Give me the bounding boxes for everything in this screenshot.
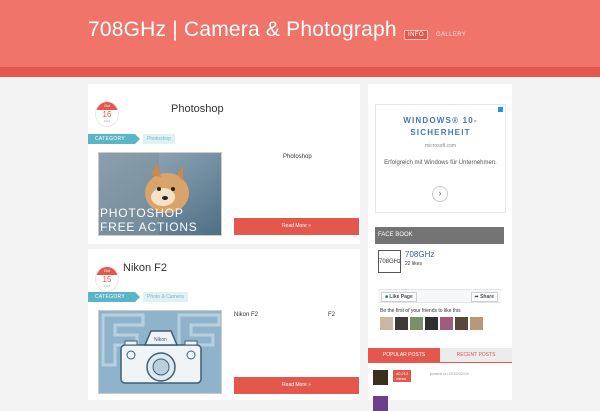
friends-like-text: Be the first of your friends to like thi…	[380, 308, 461, 314]
avatar[interactable]	[425, 317, 438, 330]
date-month: Oct	[96, 267, 118, 275]
date-year: 2016	[103, 119, 111, 123]
tab-recent-posts[interactable]: RECENT POSTS	[440, 348, 512, 362]
date-day: 15	[102, 275, 112, 284]
avatar[interactable]	[455, 317, 468, 330]
post-title[interactable]: Nikon F2	[123, 262, 167, 274]
thumbnail-caption-line: FREE ACTIONS	[100, 220, 198, 234]
post-card: Oct 16 2016 Photoshop CATEGORY Photoshop	[88, 84, 360, 244]
header-band	[0, 67, 600, 77]
facebook-widget-title: FACE BOOK	[375, 227, 504, 244]
category-link[interactable]: Photo & Camera	[143, 292, 188, 302]
date-badge: Oct 15 2016	[95, 266, 119, 292]
popular-post-thumbnail[interactable]	[373, 370, 388, 385]
post-date: posted on 2016/02/09	[430, 371, 469, 376]
view-count-badge: 40,213 views	[393, 370, 412, 382]
share-button[interactable]: ➦ Share	[470, 292, 498, 302]
avatar[interactable]	[440, 317, 453, 330]
tab-popular-posts[interactable]: POPULAR POSTS	[368, 348, 440, 362]
ad-description: Erfolgreich mit Windows für Unternehmen.	[384, 160, 497, 166]
thumbnail-caption-line: PHOTOSHOP	[100, 206, 184, 220]
category-link[interactable]: Photoshop	[143, 134, 175, 144]
post-excerpt: Photoshop	[283, 154, 312, 160]
chevron-right-icon[interactable]: ›	[432, 186, 448, 202]
read-more-button[interactable]: Read More »	[234, 377, 359, 394]
page-logo[interactable]: 708GHz	[378, 250, 401, 273]
nav-item-gallery[interactable]: GALLERY	[436, 32, 466, 38]
date-year: 2016	[103, 284, 111, 288]
sidebar: WINDOWS® 10-SICHERHEIT microsoft.com Erf…	[368, 84, 512, 411]
like-page-button[interactable]: ■ Like Page	[381, 292, 417, 302]
post-meta: CATEGORY Photoshop	[88, 134, 175, 144]
post-tabs: POPULAR POSTS RECENT POSTS	[368, 348, 512, 362]
facebook-page-name[interactable]: 708GHz	[405, 250, 434, 259]
post-card: Oct 15 2016 Nikon F2 CATEGORY Photo & Ca…	[88, 249, 360, 400]
avatar[interactable]	[410, 317, 423, 330]
ad-info-icon[interactable]	[498, 107, 503, 112]
avatar[interactable]	[470, 317, 483, 330]
post-title[interactable]: Photoshop	[171, 103, 224, 115]
post-excerpt: Nikon F2	[234, 312, 259, 318]
facebook-like-count: 22 likes	[405, 261, 422, 267]
post-excerpt-model: F2	[328, 312, 336, 318]
category-label: CATEGORY	[88, 134, 140, 144]
post-thumbnail[interactable]: PHOTOSHOP FREE ACTIONS	[98, 152, 222, 236]
nav-item-info[interactable]: INFO	[404, 30, 428, 40]
popular-post-thumbnail[interactable]	[373, 396, 388, 411]
date-badge: Oct 16 2016	[95, 101, 119, 127]
avatar[interactable]	[380, 317, 393, 330]
fan-avatars	[380, 317, 485, 330]
date-month: Oct	[96, 102, 118, 110]
post-thumbnail[interactable]: Nikon	[98, 310, 222, 394]
svg-text:Nikon: Nikon	[154, 337, 167, 343]
like-page-label: Like Page	[389, 294, 413, 300]
category-label: CATEGORY	[88, 292, 140, 302]
facebook-action-bar: ■ Like Page ➦ Share	[378, 289, 501, 303]
main-nav: INFO GALLERY	[404, 30, 474, 40]
post-list: Oct 16 2016 Photoshop CATEGORY Photoshop	[88, 84, 360, 400]
site-header: 708GHz | Camera & Photograph INFO GALLER…	[0, 0, 600, 67]
read-more-button[interactable]: Read More »	[234, 218, 359, 235]
site-title[interactable]: 708GHz | Camera & Photograph	[88, 18, 397, 42]
ad-url[interactable]: microsoft.com	[376, 143, 505, 149]
ad-banner[interactable]: WINDOWS® 10-SICHERHEIT microsoft.com Erf…	[375, 104, 506, 213]
tab-underline	[368, 362, 512, 363]
facebook-page-plugin: 708GHz 708GHz 22 likes ■ Like Page ➦ Sha…	[375, 247, 504, 335]
post-meta: CATEGORY Photo & Camera	[88, 292, 188, 302]
nikon-camera-thumbnail-image: Nikon	[99, 311, 221, 393]
share-label: Share	[480, 294, 494, 300]
date-day: 16	[102, 110, 112, 119]
avatar[interactable]	[395, 317, 408, 330]
ad-title[interactable]: WINDOWS® 10-SICHERHEIT	[376, 115, 505, 139]
